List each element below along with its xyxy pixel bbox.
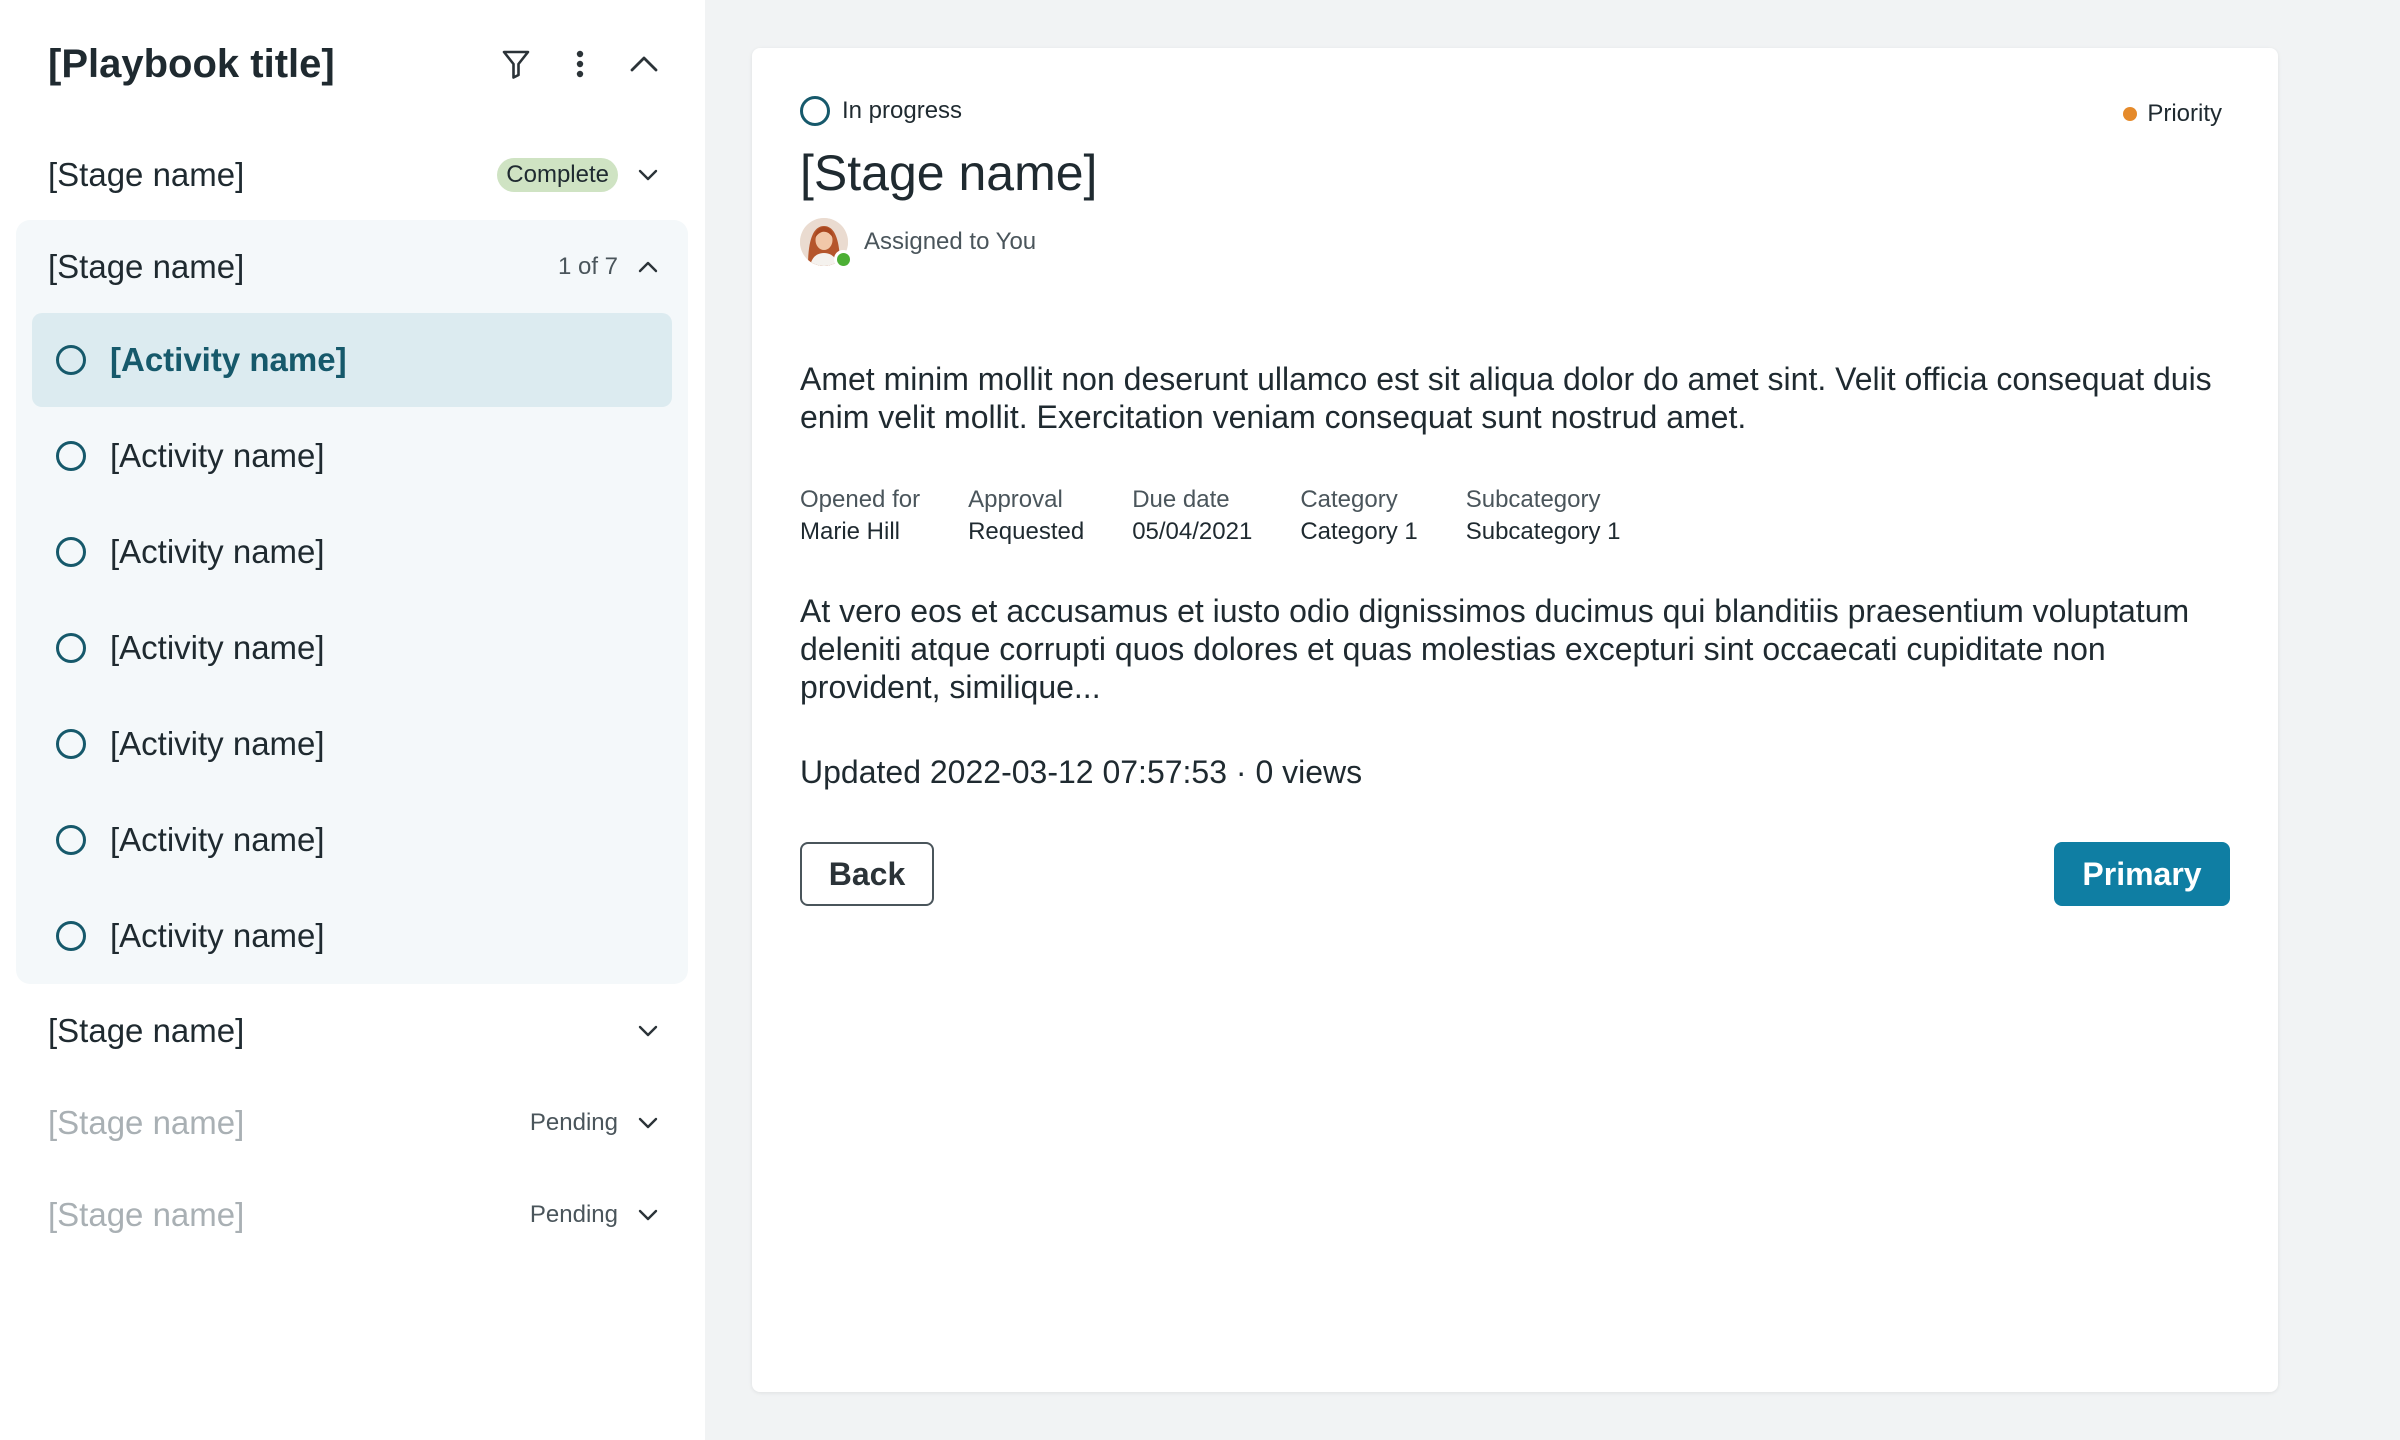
meta-label: Approval bbox=[968, 486, 1063, 513]
activity-label: [Activity name] bbox=[110, 917, 325, 954]
meta-value: 05/04/2021 bbox=[1132, 518, 1253, 545]
status-badge: Complete bbox=[497, 158, 618, 192]
chevron-down-icon bbox=[636, 1203, 660, 1227]
chevron-up-icon[interactable] bbox=[620, 40, 668, 88]
stage-expanded-panel: [Stage name] 1 of 7 [Activity name] [Act… bbox=[16, 220, 688, 984]
meta-category: Category Category 1 bbox=[1300, 484, 1417, 548]
meta-approval: Approval Requested bbox=[968, 484, 1084, 548]
stage-name: [Stage name] bbox=[48, 1104, 245, 1141]
stage-progress: 1 of 7 bbox=[557, 253, 618, 280]
activity-item[interactable]: [Activity name] bbox=[32, 889, 672, 983]
stage-name: [Stage name] bbox=[48, 1196, 245, 1233]
page-title: [Stage name] bbox=[800, 145, 1098, 201]
meta-label: Subcategory bbox=[1465, 486, 1601, 513]
activity-detail-card: In progress Priority [Stage name] Assign… bbox=[752, 48, 2278, 1392]
circle-status-icon bbox=[56, 441, 86, 471]
activity-item[interactable]: [Activity name] bbox=[32, 601, 672, 695]
meta-value: Marie Hill bbox=[800, 518, 901, 545]
meta-value: Category 1 bbox=[1300, 518, 1418, 545]
activity-label: [Activity name] bbox=[110, 437, 325, 474]
circle-status-icon bbox=[56, 537, 86, 567]
long-description: At vero eos et accusamus et iusto odio d… bbox=[800, 593, 2190, 705]
avatar bbox=[800, 218, 852, 268]
circle-status-icon bbox=[56, 633, 86, 663]
playbook-title: [Playbook title] bbox=[48, 41, 335, 86]
chevron-down-icon bbox=[636, 1019, 660, 1043]
meta-opened-for: Opened for Marie Hill bbox=[800, 484, 920, 548]
circle-status-icon bbox=[800, 96, 830, 126]
activity-label: [Activity name] bbox=[110, 725, 325, 762]
activity-item[interactable]: [Activity name] bbox=[32, 409, 672, 503]
metadata-fields: Opened for Marie Hill Approval Requested… bbox=[800, 484, 1669, 548]
activity-item[interactable]: [Activity name] bbox=[32, 505, 672, 599]
status-indicator: In progress bbox=[800, 96, 962, 126]
updated-info: Updated 2022-03-12 07:57:53 · 0 views bbox=[800, 754, 1363, 790]
activity-item[interactable]: [Activity name] bbox=[32, 697, 672, 791]
priority-label: Priority bbox=[2147, 100, 2222, 127]
stage-row-pending[interactable]: [Stage name] Pending bbox=[48, 1093, 660, 1153]
online-status-icon bbox=[834, 250, 852, 268]
priority-indicator: Priority bbox=[2123, 100, 2222, 128]
sidebar-header: [Playbook title] bbox=[48, 36, 668, 92]
chevron-up-icon bbox=[636, 255, 660, 279]
activity-label: [Activity name] bbox=[110, 821, 325, 858]
activity-label: [Activity name] bbox=[110, 629, 325, 666]
primary-button[interactable]: Primary bbox=[2054, 842, 2230, 906]
status-label: In progress bbox=[842, 97, 963, 124]
description: Amet minim mollit non deserunt ullamco e… bbox=[800, 361, 2212, 435]
assignee: Assigned to You bbox=[800, 218, 1037, 268]
stage-row-pending[interactable]: [Stage name] Pending bbox=[48, 1185, 660, 1245]
stage-row[interactable]: [Stage name] bbox=[48, 1001, 660, 1061]
assigned-label: Assigned to You bbox=[864, 228, 1037, 255]
more-vertical-icon[interactable] bbox=[556, 40, 604, 88]
circle-status-icon bbox=[56, 345, 86, 375]
circle-status-icon bbox=[56, 729, 86, 759]
chevron-down-icon bbox=[636, 163, 660, 187]
stage-row-complete[interactable]: [Stage name] Complete bbox=[48, 145, 660, 205]
back-button[interactable]: Back bbox=[800, 842, 934, 906]
stage-name: [Stage name] bbox=[48, 248, 245, 285]
priority-dot-icon bbox=[2123, 107, 2138, 121]
playbook-sidebar: [Playbook title] [Stage name] Complete [… bbox=[0, 0, 705, 1440]
stage-name: [Stage name] bbox=[48, 156, 245, 193]
stage-row-open[interactable]: [Stage name] 1 of 7 bbox=[48, 237, 660, 297]
circle-status-icon bbox=[56, 825, 86, 855]
stage-status: Pending bbox=[529, 1109, 618, 1136]
meta-value: Subcategory 1 bbox=[1465, 518, 1621, 545]
meta-due-date: Due date 05/04/2021 bbox=[1132, 484, 1252, 548]
meta-subcategory: Subcategory Subcategory 1 bbox=[1466, 484, 1621, 548]
meta-value: Requested bbox=[968, 518, 1085, 545]
activity-item[interactable]: [Activity name] bbox=[32, 793, 672, 887]
activity-item[interactable]: [Activity name] bbox=[32, 313, 672, 407]
filter-icon[interactable] bbox=[492, 40, 540, 88]
stage-status: Pending bbox=[529, 1201, 618, 1228]
activity-label: [Activity name] bbox=[110, 533, 325, 570]
chevron-down-icon bbox=[636, 1111, 660, 1135]
meta-label: Due date bbox=[1132, 486, 1230, 513]
circle-status-icon bbox=[56, 921, 86, 951]
meta-label: Category bbox=[1300, 486, 1398, 513]
stage-name: [Stage name] bbox=[48, 1012, 245, 1049]
meta-label: Opened for bbox=[800, 486, 921, 513]
activity-label: [Activity name] bbox=[110, 341, 347, 378]
